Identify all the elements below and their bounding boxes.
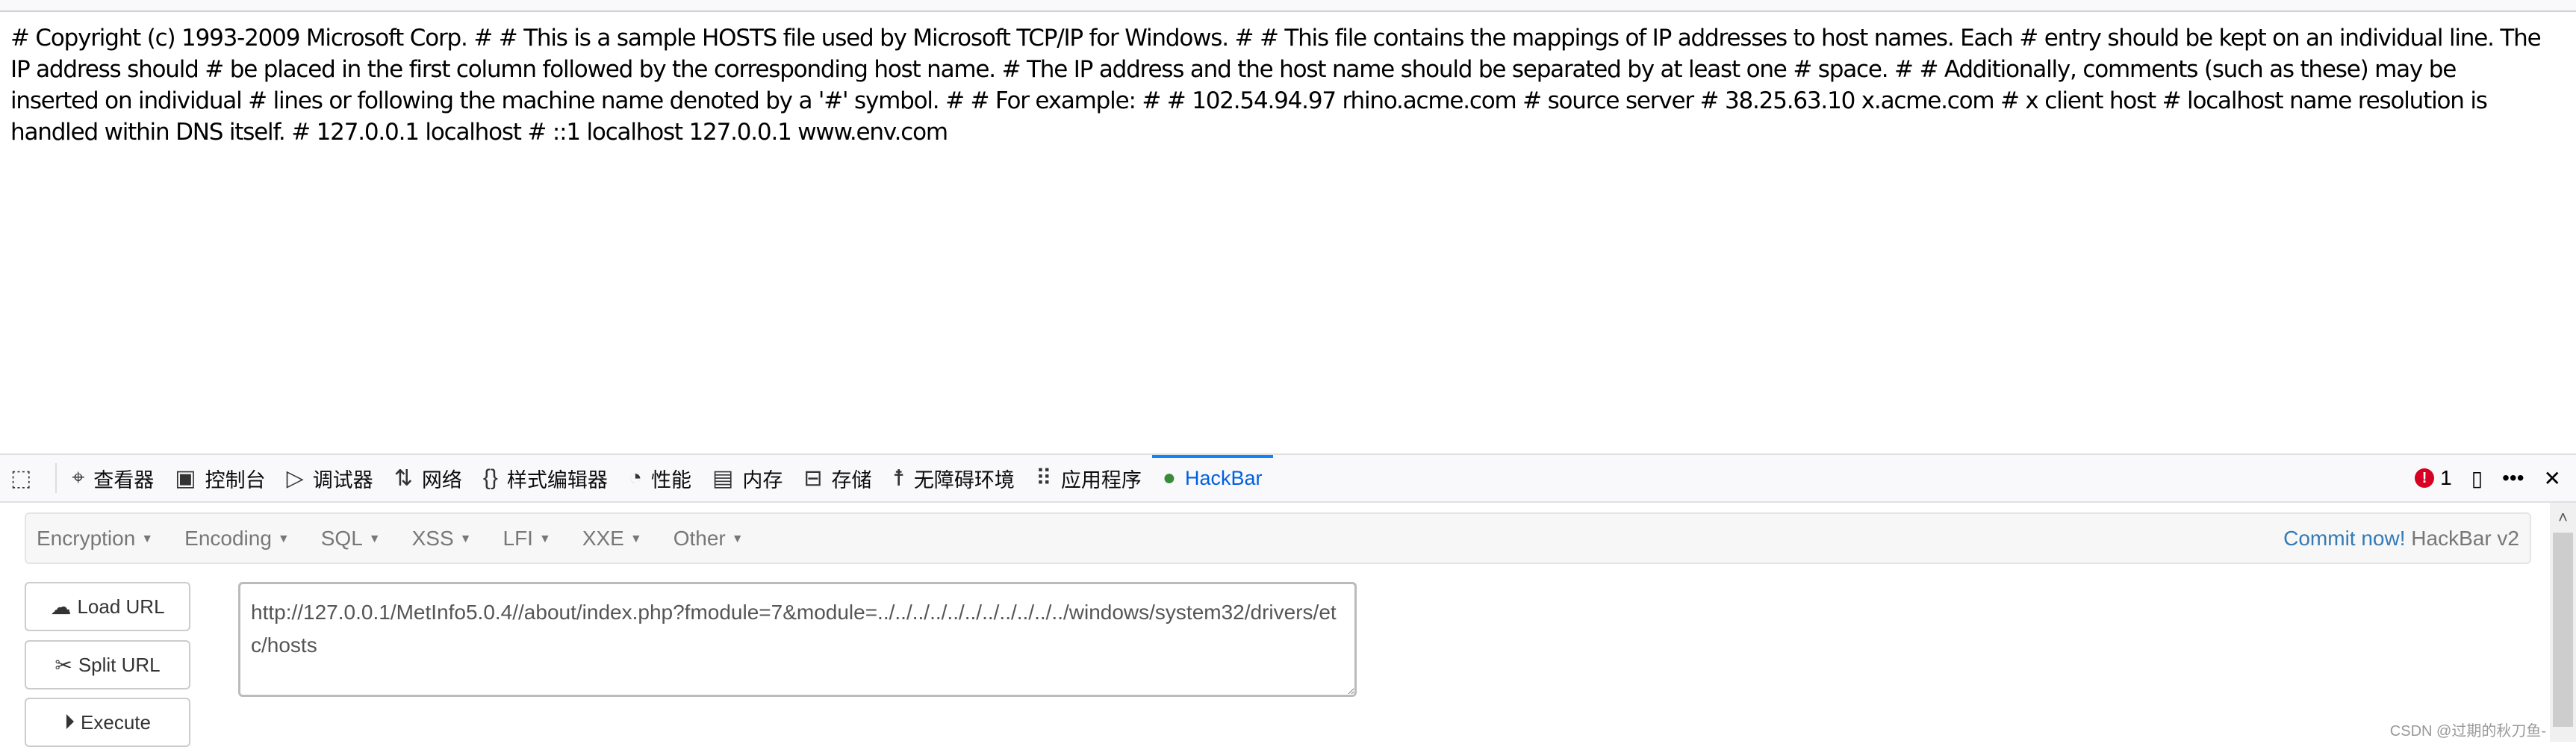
network-icon: ⇅ (393, 465, 413, 491)
tab-label: 存储 (831, 468, 872, 492)
tab-accessibility[interactable]: ☨ 无障碍环境 (883, 455, 1025, 501)
tab-label: 无障碍环境 (913, 468, 1015, 492)
devtools-toolbar: ⬚ ⌖ 查看器 ▣ 控制台 ▷ 调试器 ⇅ 网络 {} 样式编辑器 ◔ 性能 ▤ 内存 ⊟ 存储… (0, 453, 2576, 503)
scrollbar-thumb[interactable] (2553, 533, 2573, 727)
url-textarea[interactable]: http://127.0.0.1/MetInfo5.0.4//about/ind… (238, 582, 1357, 697)
application-icon: ⠿ (1035, 465, 1052, 491)
tab-debugger[interactable]: ▷ 调试器 (276, 455, 384, 501)
picker-icon: ⬚ (10, 465, 32, 491)
performance-icon: ◔ (628, 465, 642, 490)
menu-xss[interactable]: XSS ▼ (412, 527, 472, 551)
inspector-icon: ⌖ (72, 465, 85, 490)
tab-label: HackBar (1184, 466, 1263, 489)
tab-network[interactable]: ⇅ 网络 (384, 455, 473, 501)
button-label: Split URL (78, 653, 161, 676)
commit-now-link[interactable]: Commit now! (2283, 527, 2405, 550)
tab-label: 网络 (421, 468, 462, 492)
menu-encoding[interactable]: Encoding ▼ (184, 527, 290, 551)
debugger-icon: ▷ (286, 465, 304, 491)
load-url-button[interactable]: ☁ Load URL (25, 582, 190, 631)
responsive-mode-icon[interactable]: ▯ (2471, 466, 2483, 491)
menu-other[interactable]: Other ▼ (673, 527, 744, 551)
tab-label: 内存 (742, 468, 783, 492)
menu-sql[interactable]: SQL ▼ (321, 527, 381, 551)
divider (55, 463, 57, 493)
more-options-icon[interactable]: ••• (2502, 466, 2524, 490)
button-label: Load URL (77, 595, 165, 618)
tab-application[interactable]: ⠿ 应用程序 (1025, 455, 1152, 501)
tab-label: 控制台 (205, 468, 266, 492)
caret-down-icon: ▼ (368, 533, 381, 546)
tab-style-editor[interactable]: {} 样式编辑器 (473, 455, 618, 501)
tab-console[interactable]: ▣ 控制台 (164, 455, 276, 501)
memory-icon: ▤ (712, 465, 734, 491)
tab-memory[interactable]: ▤ 内存 (702, 455, 793, 501)
scroll-up-icon[interactable]: ˄ (2550, 503, 2576, 533)
caret-down-icon: ▼ (459, 533, 472, 546)
hackbar-brand: Commit now! HackBar v2 (2283, 527, 2519, 551)
tab-label: 查看器 (93, 468, 155, 492)
caret-down-icon: ▼ (538, 533, 551, 546)
hackbar-icon: ● (1162, 465, 1176, 490)
console-icon: ▣ (175, 465, 196, 491)
accessibility-icon: ☨ (892, 465, 905, 491)
error-count: 1 (2440, 466, 2452, 489)
menu-lfi[interactable]: LFI ▼ (503, 527, 551, 551)
execute-button[interactable]: ⏵ Execute (25, 698, 190, 747)
page-content: # Copyright (c) 1993-2009 Microsoft Corp… (10, 25, 2542, 146)
scrollbar[interactable]: ˄ (2550, 503, 2576, 742)
menu-encryption[interactable]: Encryption ▼ (37, 527, 153, 551)
split-url-button[interactable]: ✂ Split URL (25, 640, 190, 689)
error-counter[interactable]: ! 1 (2415, 466, 2452, 490)
close-icon[interactable]: ✕ (2544, 466, 2561, 491)
watermark: CSDN @过期的秋刀鱼- (2389, 723, 2546, 740)
scissors-icon: ✂ (55, 653, 72, 677)
caret-down-icon: ▼ (277, 533, 290, 546)
cloud-download-icon: ☁ (50, 595, 72, 619)
tab-storage[interactable]: ⊟ 存储 (793, 455, 882, 501)
caret-down-icon: ▼ (629, 533, 642, 546)
tab-label: 应用程序 (1060, 468, 1142, 492)
tab-inspector[interactable]: ⌖ 查看器 (61, 455, 164, 501)
error-icon: ! (2415, 468, 2435, 488)
menu-xxe[interactable]: XXE ▼ (582, 527, 642, 551)
style-editor-icon: {} (482, 465, 498, 490)
caret-down-icon: ▼ (141, 533, 154, 546)
element-picker-button[interactable]: ⬚ (0, 455, 51, 501)
caret-down-icon: ▼ (731, 533, 744, 546)
play-circle-icon: ⏵ (64, 710, 75, 734)
tab-label: 样式编辑器 (506, 468, 608, 492)
tab-label: 性能 (651, 468, 691, 492)
hackbar-menubar: Encryption ▼ Encoding ▼ SQL ▼ XSS ▼ LFI ▼ XXE… (25, 512, 2531, 564)
storage-icon: ⊟ (803, 465, 823, 491)
hackbar-version: HackBar v2 (2411, 526, 2519, 550)
tab-label: 调试器 (312, 468, 373, 492)
tab-hackbar[interactable]: ● HackBar (1151, 455, 1273, 501)
tab-performance[interactable]: ◔ 性能 (618, 455, 702, 501)
button-label: Execute (81, 710, 151, 734)
browser-toolbar-edge (0, 0, 2576, 12)
